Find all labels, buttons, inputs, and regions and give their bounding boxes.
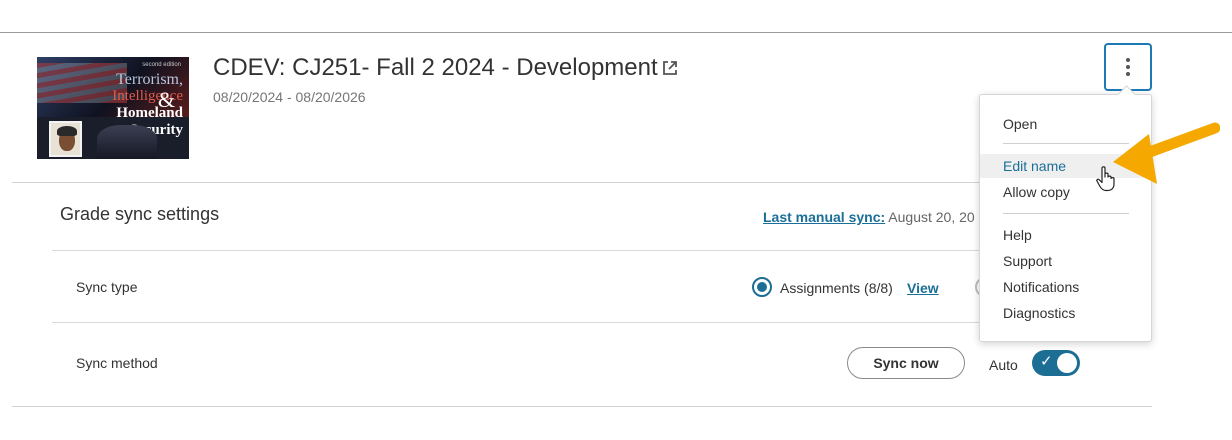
menu-item-help[interactable]: Help bbox=[980, 223, 1151, 247]
grade-sync-settings-title: Grade sync settings bbox=[60, 204, 220, 224]
cover-edition-text: second edition bbox=[142, 62, 181, 68]
view-assignments-link[interactable]: View bbox=[907, 280, 939, 296]
cover-title-line-1: Terrorism, bbox=[116, 71, 183, 88]
menu-divider bbox=[1003, 213, 1129, 214]
row-divider bbox=[52, 250, 980, 251]
menu-item-notifications[interactable]: Notifications bbox=[980, 275, 1151, 299]
sync-now-button[interactable]: Sync now bbox=[847, 347, 965, 379]
auto-sync-toggle[interactable]: ✓ bbox=[1032, 350, 1080, 376]
last-manual-sync: Last manual sync: August 20, 20 bbox=[763, 209, 975, 225]
section-divider bbox=[12, 406, 1152, 407]
row-divider bbox=[52, 322, 980, 323]
sync-method-label: Sync method bbox=[76, 355, 158, 371]
more-options-button[interactable] bbox=[1104, 43, 1152, 91]
course-cover-image: second edition Terrorism, Intelligence H… bbox=[37, 57, 189, 159]
toggle-knob bbox=[1057, 353, 1077, 373]
top-divider bbox=[0, 32, 1232, 33]
cover-portrait bbox=[49, 121, 82, 157]
course-title: CDEV: CJ251- Fall 2 2024 - Development bbox=[213, 54, 658, 81]
vertical-ellipsis-icon bbox=[1126, 58, 1130, 62]
assignments-radio[interactable] bbox=[752, 277, 772, 297]
hand-cursor-icon bbox=[1096, 166, 1115, 192]
external-link-icon[interactable] bbox=[661, 59, 679, 77]
last-manual-sync-link[interactable]: Last manual sync: bbox=[763, 209, 885, 225]
assignments-radio-label: Assignments (8/8) bbox=[780, 280, 893, 296]
sync-type-label: Sync type bbox=[76, 279, 138, 295]
menu-item-diagnostics[interactable]: Diagnostics bbox=[980, 301, 1151, 325]
checkmark-icon: ✓ bbox=[1040, 352, 1053, 370]
cover-graphic bbox=[97, 125, 157, 159]
menu-item-support[interactable]: Support bbox=[980, 249, 1151, 273]
cover-ampersand: & bbox=[157, 87, 175, 112]
auto-sync-label: Auto bbox=[989, 357, 1018, 373]
course-dates: 08/20/2024 - 08/20/2026 bbox=[213, 89, 366, 105]
annotation-arrow-icon bbox=[1113, 122, 1220, 184]
last-manual-sync-date: August 20, 20 bbox=[888, 209, 975, 225]
